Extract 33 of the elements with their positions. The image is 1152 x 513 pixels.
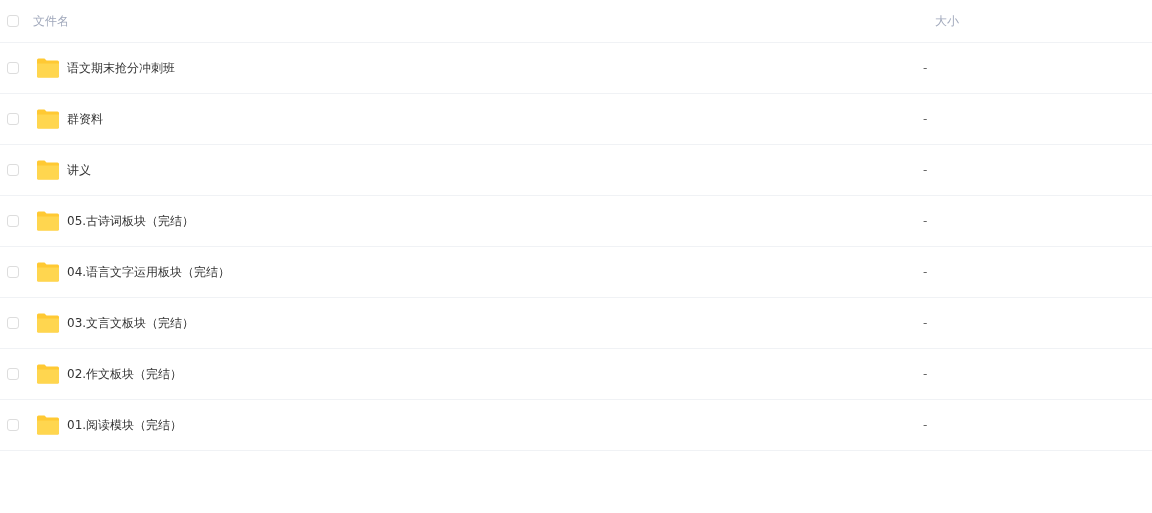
folder-icon <box>36 211 60 231</box>
row-checkbox[interactable] <box>7 62 19 74</box>
row-checkbox[interactable] <box>7 419 19 431</box>
file-size: - <box>923 316 928 330</box>
folder-name[interactable]: 02.作文板块（完结） <box>67 365 923 383</box>
row-checkbox[interactable] <box>7 113 19 125</box>
row-checkbox[interactable] <box>7 215 19 227</box>
folder-name[interactable]: 群资料 <box>67 110 923 128</box>
folder-icon <box>36 313 60 333</box>
folder-name[interactable]: 讲义 <box>67 161 923 179</box>
folder-name[interactable]: 04.语言文字运用板块（完结） <box>67 263 923 281</box>
row-checkbox[interactable] <box>7 317 19 329</box>
row-checkbox[interactable] <box>7 164 19 176</box>
folder-name[interactable]: 语文期末抢分冲刺班 <box>67 59 923 77</box>
file-size: - <box>923 112 928 126</box>
folder-icon <box>36 58 60 78</box>
folder-name[interactable]: 01.阅读模块（完结） <box>67 416 923 434</box>
file-size: - <box>923 367 928 381</box>
file-size: - <box>923 61 928 75</box>
file-size: - <box>923 418 928 432</box>
folder-name[interactable]: 05.古诗词板块（完结） <box>67 212 923 230</box>
row-checkbox[interactable] <box>7 368 19 380</box>
folder-icon <box>36 109 60 129</box>
file-size: - <box>923 214 928 228</box>
row-checkbox[interactable] <box>7 266 19 278</box>
folder-name[interactable]: 03.文言文板块（完结） <box>67 314 923 332</box>
file-size: - <box>923 163 928 177</box>
folder-icon <box>36 364 60 384</box>
folder-icon <box>36 262 60 282</box>
folder-icon <box>36 415 60 435</box>
file-size: - <box>923 265 928 279</box>
folder-icon <box>36 160 60 180</box>
select-all-checkbox[interactable] <box>7 15 19 27</box>
